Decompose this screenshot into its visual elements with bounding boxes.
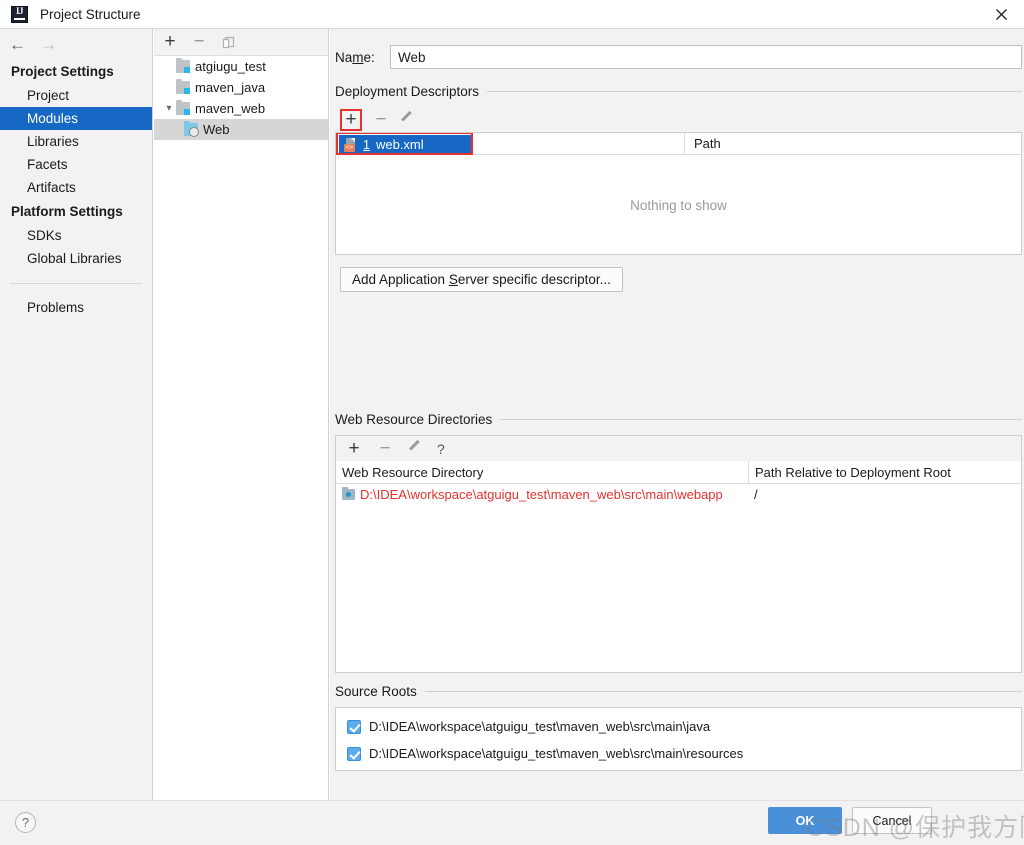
list-item[interactable]: D:\IDEA\workspace\atguigu_test\maven_web… <box>336 713 1021 740</box>
sidebar-item-project[interactable]: Project <box>0 84 152 107</box>
plus-icon: + <box>345 114 356 126</box>
question-icon[interactable]: ? <box>437 442 445 456</box>
plus-icon[interactable]: + <box>346 441 362 457</box>
tree-node-maven-web[interactable]: ▾ maven_web <box>154 98 328 119</box>
copy-icon <box>220 34 236 50</box>
checkbox-source-root-resources[interactable] <box>347 747 361 761</box>
minus-icon: − <box>373 112 389 128</box>
tree-node-label: maven_web <box>195 101 265 116</box>
column-header-web-resource-directory: Web Resource Directory <box>336 461 748 483</box>
deployment-descriptors-section-title: Deployment Descriptors <box>335 84 1024 99</box>
section-label: Deployment Descriptors <box>335 84 479 99</box>
sidebar-item-sdks[interactable]: SDKs <box>0 224 152 247</box>
module-icon <box>176 60 190 73</box>
sidebar-item-artifacts[interactable]: Artifacts <box>0 176 152 199</box>
source-root-path: D:\IDEA\workspace\atguigu_test\maven_web… <box>369 719 710 734</box>
sidebar-item-facets[interactable]: Facets <box>0 153 152 176</box>
sidebar-item-libraries[interactable]: Libraries <box>0 130 152 153</box>
name-row: Name: <box>335 45 1024 69</box>
web-resource-directories-block: + − ? Web Resource Directory Path Relati… <box>335 435 1022 673</box>
tree-node-label: atgiugu_test <box>195 59 266 74</box>
tree-node-maven-java[interactable]: maven_java <box>154 77 328 98</box>
sidebar-item-modules[interactable]: Modules <box>0 107 152 130</box>
deployment-descriptors-table: Path <> 1 web.xml Nothing to show <box>335 132 1022 255</box>
section-label: Source Roots <box>335 684 417 699</box>
table-header-row: Path <> 1 web.xml <box>336 133 1021 155</box>
minus-icon: − <box>377 441 393 457</box>
web-resource-directories-table: Web Resource Directory Path Relative to … <box>335 461 1022 673</box>
web-resource-directory-path: D:\IDEA\workspace\atguigu_test\maven_web… <box>360 487 723 502</box>
chevron-down-icon[interactable]: ▾ <box>162 104 176 114</box>
checkbox-source-root-java[interactable] <box>347 720 361 734</box>
pencil-icon <box>408 442 422 456</box>
question-mark-icon[interactable]: ? <box>15 812 36 833</box>
column-header-path: Path <box>684 133 1021 154</box>
settings-sidebar: ← → Project Settings Project Modules Lib… <box>0 29 153 800</box>
descriptor-row-web-xml[interactable]: <> 1 web.xml <box>339 135 472 154</box>
web-resource-directory-cell: D:\IDEA\workspace\atguigu_test\maven_web… <box>336 487 748 502</box>
column-header-relative-path: Path Relative to Deployment Root <box>748 461 1021 483</box>
section-label: Web Resource Directories <box>335 412 492 427</box>
name-input[interactable] <box>390 45 1022 69</box>
tree-node-label: maven_java <box>195 80 265 95</box>
source-roots-table: D:\IDEA\workspace\atguigu_test\maven_web… <box>335 707 1022 771</box>
tree-node-label: Web <box>203 122 230 137</box>
web-resource-directories-section-title: Web Resource Directories <box>335 412 1024 427</box>
close-icon[interactable] <box>978 0 1024 28</box>
source-roots-block: D:\IDEA\workspace\atguigu_test\maven_web… <box>335 707 1022 771</box>
list-item[interactable]: D:\IDEA\workspace\atguigu_test\maven_web… <box>336 740 1021 767</box>
module-icon <box>176 81 190 94</box>
deployment-descriptors-toolbar: + − <box>335 107 1022 132</box>
sidebar-divider <box>10 283 142 284</box>
descriptor-index-link[interactable]: 1 <box>363 138 370 152</box>
section-divider <box>487 91 1022 92</box>
web-facet-icon <box>184 123 198 136</box>
tree-node-web-facet[interactable]: Web <box>154 119 328 140</box>
section-divider <box>500 419 1022 420</box>
table-row[interactable]: D:\IDEA\workspace\atguigu_test\maven_web… <box>336 484 1021 505</box>
navigation-arrows: ← → <box>0 29 152 59</box>
deployment-descriptors-block: + − Path <> 1 web.xml Nothing to show Ad… <box>335 107 1022 292</box>
folder-icon <box>342 489 355 500</box>
window-title: Project Structure <box>40 7 141 22</box>
xml-file-icon: <> <box>344 138 358 152</box>
intellij-idea-logo <box>11 6 28 23</box>
ok-button[interactable]: OK <box>768 807 842 834</box>
name-label: Name: <box>335 50 390 65</box>
descriptor-name: web.xml <box>376 137 424 152</box>
source-root-path: D:\IDEA\workspace\atguigu_test\maven_web… <box>369 746 743 761</box>
arrow-left-icon[interactable]: ← <box>9 36 26 53</box>
relative-path-cell: / <box>748 487 1021 502</box>
arrow-right-icon: → <box>40 36 57 53</box>
source-roots-section-title: Source Roots <box>335 684 1024 699</box>
sidebar-item-global-libraries[interactable]: Global Libraries <box>0 247 152 270</box>
minus-icon: − <box>191 34 207 50</box>
sidebar-group-project-settings: Project Settings <box>0 59 152 84</box>
module-icon <box>176 102 190 115</box>
tree-node-atgiugu-test[interactable]: atgiugu_test <box>154 56 328 77</box>
web-resource-directories-toolbar: + − ? <box>335 435 1022 461</box>
cancel-button[interactable]: Cancel <box>852 807 932 834</box>
module-tree-panel: + − atgiugu_test maven_java ▾ maven_web … <box>154 29 329 800</box>
sidebar-item-problems[interactable]: Problems <box>0 296 152 319</box>
table-header-row: Web Resource Directory Path Relative to … <box>336 461 1021 484</box>
window-titlebar: Project Structure <box>0 0 1024 29</box>
empty-state-text: Nothing to show <box>336 156 1021 255</box>
facet-settings-panel: Name: Deployment Descriptors + − Path <> <box>330 29 1024 800</box>
add-descriptor-button[interactable]: + <box>340 109 362 131</box>
module-tree-toolbar: + − <box>154 29 328 56</box>
pencil-icon <box>400 113 414 127</box>
plus-icon[interactable]: + <box>162 34 178 50</box>
sidebar-group-platform-settings: Platform Settings <box>0 199 152 224</box>
add-application-server-descriptor-button[interactable]: Add Application Server specific descript… <box>340 267 623 292</box>
section-divider <box>425 691 1022 692</box>
